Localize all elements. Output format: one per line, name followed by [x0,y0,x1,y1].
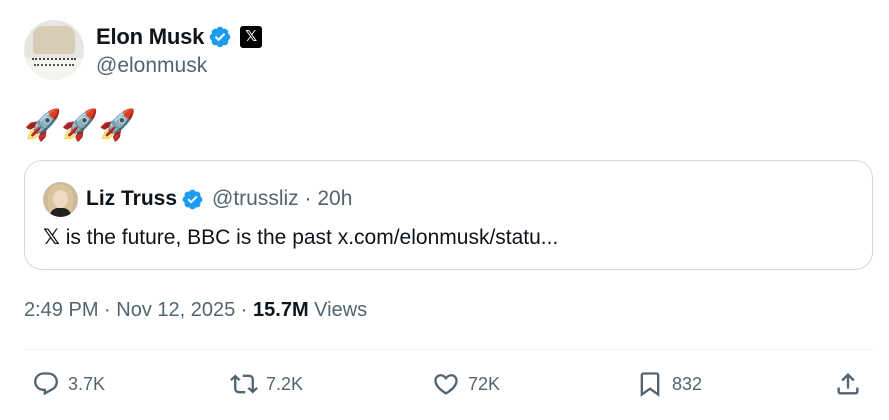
quoted-post[interactable]: Liz Truss @trussliz · 20h 𝕏 is the futur… [24,160,873,270]
share-button[interactable] [834,364,862,404]
post-date[interactable]: Nov 12, 2025 [116,299,235,321]
post-timestamp-row: 2:49 PM · Nov 12, 2025 · 15.7M Views [24,295,367,325]
share-icon [837,373,859,395]
like-count: 72K [468,373,501,394]
quoted-author-name: Liz Truss [86,187,178,210]
views-label: Views [308,299,368,321]
views-count: 15.7M [253,299,309,321]
like-button[interactable]: 72K [432,364,500,404]
quoted-post-age: 20h [317,187,353,210]
author-info: Elon Musk 𝕏 @elonmusk [96,22,263,78]
verified-badge-icon [182,189,203,209]
post-header: Elon Musk 𝕏 @elonmusk [24,20,263,80]
post-actions-bar: 3.7K 7.2K 72K 832 [24,364,873,404]
quoted-author-avatar [43,181,78,217]
quoted-post-header: Liz Truss @trussliz · 20h [43,181,352,217]
bookmark-icon [640,372,660,397]
bookmark-count: 832 [672,373,703,394]
heart-icon [434,374,458,395]
post-time[interactable]: 2:49 PM [24,299,98,321]
author-handle[interactable]: @elonmusk [96,54,262,78]
meta-separator: · [304,187,312,210]
quoted-author-meta: @trussliz · 20h [212,187,352,211]
quoted-post-text: 𝕏 is the future, BBC is the past x.com/e… [43,223,558,253]
reply-icon [34,372,58,396]
x-logo-icon[interactable]: 𝕏 [240,26,263,48]
reply-button[interactable]: 3.7K [32,364,105,404]
quoted-post-body: is the future, BBC is the past x.com/elo… [59,226,559,249]
x-logo-text: 𝕏 [43,226,60,249]
bookmark-button[interactable]: 832 [636,364,702,404]
meta-separator: · [235,299,254,321]
verified-badge-icon [209,26,231,48]
quoted-author-handle: @trussliz [212,187,299,210]
reply-count: 3.7K [68,373,106,394]
rocket-emoji-group: 🚀🚀🚀 [24,109,137,142]
repost-button[interactable]: 7.2K [230,364,303,404]
author-avatar[interactable] [24,20,84,80]
divider [24,349,873,350]
repost-count: 7.2K [266,373,304,394]
repost-icon [230,374,258,394]
meta-separator: · [98,299,117,321]
author-display-name[interactable]: Elon Musk [96,24,204,50]
post-text: 🚀🚀🚀 [24,106,136,146]
